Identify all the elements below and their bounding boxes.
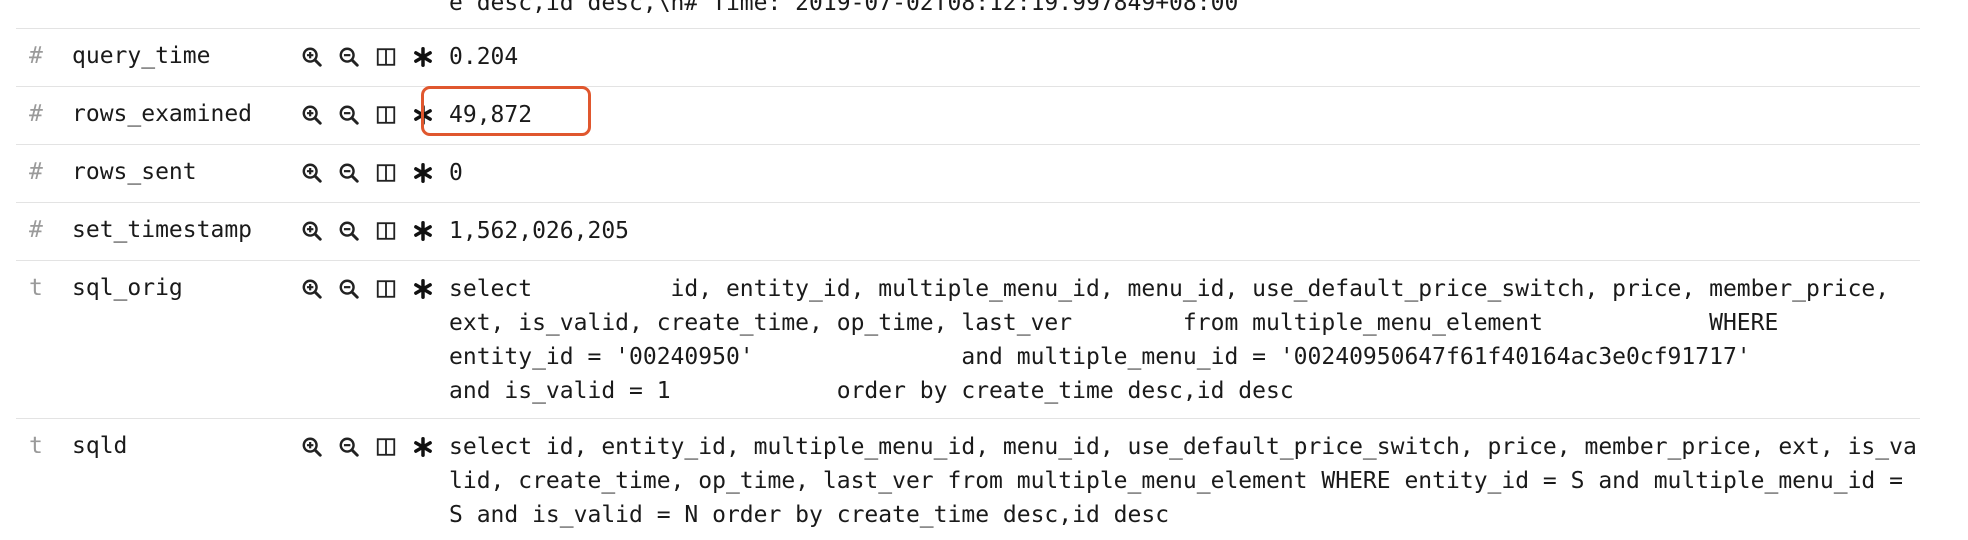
table-row-query-time: # query_time 0.204 [16, 28, 1920, 86]
field-name: sqld [72, 433, 128, 459]
document-table: e desc,id desc,\n# Time: 2019-07-02T08:1… [0, 0, 1968, 540]
field-value: 0.204 [449, 44, 519, 70]
field-actions [294, 275, 440, 303]
exists-filter-icon[interactable] [405, 101, 440, 129]
toggle-column-icon[interactable] [368, 159, 403, 187]
field-name: rows_examined [72, 101, 253, 127]
toggle-column-icon[interactable] [368, 275, 403, 303]
field-name: set_timestamp [72, 217, 253, 243]
table-row-rows-sent: # rows_sent 0 [16, 144, 1920, 202]
exists-filter-icon[interactable] [405, 159, 440, 187]
number-type-icon: # [29, 217, 43, 243]
zoom-out-icon[interactable] [331, 275, 366, 303]
zoom-out-icon[interactable] [331, 43, 366, 71]
number-type-icon: # [29, 159, 43, 185]
field-name: rows_sent [72, 159, 197, 185]
number-type-icon: # [29, 43, 43, 69]
field-value: 49,872 [449, 102, 533, 128]
field-actions [294, 101, 440, 129]
field-value: select id, entity_id, multiple_menu_id, … [449, 276, 1959, 404]
exists-filter-icon[interactable] [405, 43, 440, 71]
exists-filter-icon[interactable] [405, 433, 440, 461]
table-row-set-timestamp: # set_timestamp 1,562,026,205 [16, 202, 1920, 260]
toggle-column-icon[interactable] [368, 43, 403, 71]
string-type-icon: t [29, 433, 43, 459]
zoom-out-icon[interactable] [331, 217, 366, 245]
previous-field-value-fragment: e desc,id desc,\n# Time: 2019-07-02T08:1… [449, 0, 1239, 16]
field-actions [294, 217, 440, 245]
zoom-in-icon[interactable] [294, 159, 329, 187]
table-row-sql-orig: t sql_orig select id, entity_id, multipl… [16, 260, 1920, 418]
field-actions [294, 43, 440, 71]
field-actions [294, 159, 440, 187]
zoom-in-icon[interactable] [294, 433, 329, 461]
exists-filter-icon[interactable] [405, 275, 440, 303]
zoom-in-icon[interactable] [294, 101, 329, 129]
field-name: sql_orig [72, 275, 183, 301]
field-value: 0 [449, 160, 463, 186]
zoom-in-icon[interactable] [294, 43, 329, 71]
toggle-column-icon[interactable] [368, 217, 403, 245]
zoom-out-icon[interactable] [331, 101, 366, 129]
table-row-rows-examined: # rows_examined 49,872 [16, 86, 1920, 144]
number-type-icon: # [29, 101, 43, 127]
field-actions [294, 433, 440, 461]
exists-filter-icon[interactable] [405, 217, 440, 245]
field-value: 1,562,026,205 [449, 218, 630, 244]
zoom-out-icon[interactable] [331, 433, 366, 461]
field-name: query_time [72, 43, 211, 69]
toggle-column-icon[interactable] [368, 101, 403, 129]
field-value: select id, entity_id, multiple_menu_id, … [449, 434, 1917, 528]
zoom-out-icon[interactable] [331, 159, 366, 187]
toggle-column-icon[interactable] [368, 433, 403, 461]
string-type-icon: t [29, 275, 43, 301]
table-row-sqld: t sqld select id, entity_id, multiple_me… [16, 418, 1920, 540]
zoom-in-icon[interactable] [294, 217, 329, 245]
zoom-in-icon[interactable] [294, 275, 329, 303]
